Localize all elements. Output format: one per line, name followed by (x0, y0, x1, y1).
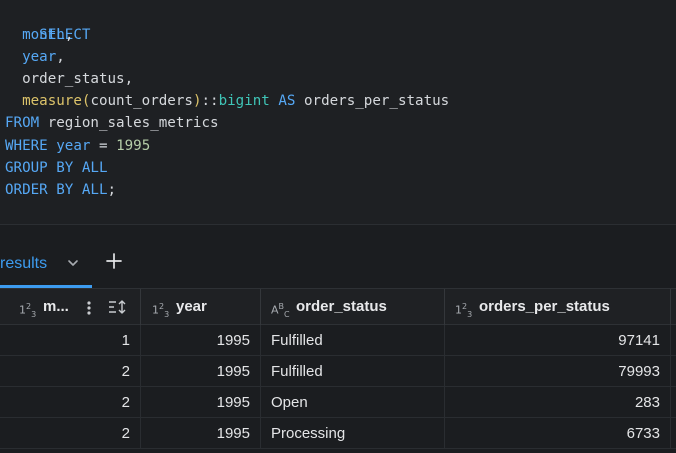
table-row[interactable]: 2 1995 Processing 6733 (0, 418, 676, 449)
chevron-down-icon[interactable] (66, 256, 80, 270)
tab-results[interactable]: results (0, 253, 47, 275)
cell-month: 2 (0, 356, 141, 387)
comma: , (64, 27, 74, 43)
column-header-label: m... (43, 298, 69, 315)
numeric-type-icon: 123 (455, 302, 473, 319)
code-line-3: year, (5, 46, 65, 68)
type-bigint: bigint (218, 93, 270, 109)
comma: , (56, 49, 65, 65)
cell-orders-per-status: 97141 (445, 325, 671, 356)
cell-order-status: Processing (261, 418, 445, 449)
column-header-label: orders_per_status (479, 298, 610, 315)
column-order-status: order_status (22, 71, 125, 87)
semicolon: ; (107, 182, 117, 198)
code-line-8: GROUP BY ALL (5, 157, 108, 179)
column-header-label: year (176, 298, 207, 315)
keyword-group-by-all: GROUP BY ALL (5, 160, 108, 176)
code-line-1: SELECT (5, 2, 90, 43)
cell-month: 2 (0, 418, 141, 449)
sql-editor[interactable]: SELECT month, year, order_status, measur… (0, 0, 676, 224)
cell-order-status: Fulfilled (261, 325, 445, 356)
column-header-order-status[interactable]: ABC order_status (261, 289, 445, 325)
cell-orders-per-status: 283 (445, 387, 671, 418)
table-row[interactable]: 2 1995 Fulfilled 79993 (0, 356, 676, 387)
keyword-as: AS (278, 93, 296, 109)
cell-order-status: Fulfilled (261, 356, 445, 387)
column-month: month (22, 27, 65, 43)
cell-year: 1995 (141, 325, 261, 356)
comma: , (124, 71, 134, 87)
cell-year: 1995 (141, 387, 261, 418)
table-header: 123 m... 123 year ABC order_status 123 o… (0, 288, 676, 325)
table-row[interactable]: 1 1995 Fulfilled 97141 (0, 325, 676, 356)
alias-orders-per-status: orders_per_status (304, 93, 450, 109)
column-year: year (22, 49, 57, 65)
keyword-order-by-all: ORDER BY ALL (5, 182, 108, 198)
argument-count-orders: count_orders (90, 93, 193, 109)
cell-orders-per-status: 6733 (445, 418, 671, 449)
table-name: region_sales_metrics (47, 115, 219, 131)
column-header-year[interactable]: 123 year (141, 289, 261, 325)
where-column: year (56, 138, 91, 154)
cell-orders-per-status: 79993 (445, 356, 671, 387)
keyword-where: WHERE (5, 138, 48, 154)
cell-year: 1995 (141, 356, 261, 387)
cast-operator: :: (201, 93, 219, 109)
column-header-label: order_status (296, 298, 387, 315)
function-measure: measure (22, 93, 82, 109)
where-value: 1995 (116, 138, 151, 154)
plus-icon[interactable] (105, 252, 123, 270)
table-row[interactable]: 2 1995 Open 283 (0, 387, 676, 418)
results-table: 123 m... 123 year ABC order_status 123 o… (0, 288, 676, 453)
cell-order-status: Open (261, 387, 445, 418)
column-header-month[interactable]: 123 m... (0, 289, 141, 325)
code-line-5: measure(count_orders)::bigint AS orders_… (5, 90, 449, 112)
numeric-type-icon: 123 (19, 302, 37, 319)
code-line-6: FROM region_sales_metrics (5, 112, 219, 134)
sort-icon[interactable] (108, 299, 128, 315)
kebab-menu-icon[interactable] (86, 300, 92, 316)
code-line-4: order_status, (5, 68, 133, 90)
cell-month: 1 (0, 325, 141, 356)
code-line-7: WHERE year = 1995 (5, 135, 150, 157)
text-type-icon: ABC (271, 302, 290, 319)
column-header-orders-per-status[interactable]: 123 orders_per_status (445, 289, 671, 325)
code-line-2: month, (5, 24, 73, 46)
results-tab-bar: results (0, 225, 676, 288)
cell-year: 1995 (141, 418, 261, 449)
code-line-9: ORDER BY ALL; (5, 179, 116, 201)
keyword-from: FROM (5, 115, 40, 131)
cell-month: 2 (0, 387, 141, 418)
equals-operator: = (98, 138, 108, 154)
numeric-type-icon: 123 (152, 302, 170, 319)
